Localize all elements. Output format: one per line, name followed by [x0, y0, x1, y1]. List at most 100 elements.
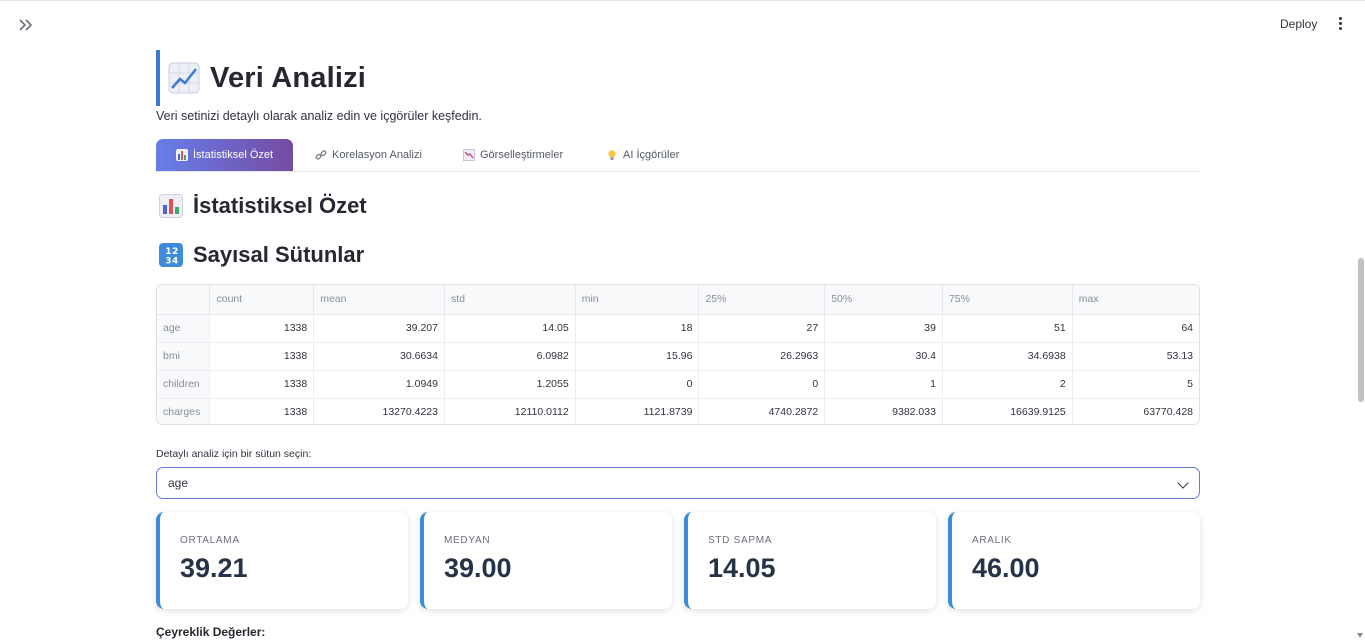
page-header: Veri Analizi: [156, 50, 366, 106]
light-bulb-icon: [606, 149, 618, 161]
table-cell: 30.4: [824, 342, 943, 371]
tab-visualizations[interactable]: Görselleştirmeler: [463, 139, 563, 171]
column-header[interactable]: max: [1072, 285, 1199, 315]
table-cell: 15.96: [575, 342, 700, 371]
tab-label: AI İçgörüler: [623, 149, 680, 161]
tab-ai-insights[interactable]: AI İçgörüler: [606, 139, 679, 171]
table-cell: 9382.033: [824, 398, 943, 424]
column-header[interactable]: 50%: [824, 285, 943, 315]
column-header[interactable]: std: [444, 285, 576, 315]
vertical-dots-icon[interactable]: [1332, 17, 1348, 35]
section-title: Sayısal Sütunlar: [193, 242, 365, 267]
table-cell: 18: [575, 314, 700, 343]
tab-correlation-analysis[interactable]: Korelasyon Analizi: [315, 139, 422, 171]
table-cell: 1338: [209, 342, 315, 371]
scrollbar-thumb[interactable]: [1358, 258, 1364, 402]
tab-label: İstatistiksel Özet: [193, 149, 274, 161]
table-cell: 27: [698, 314, 826, 343]
quartile-heading: Çeyreklik Değerler:: [156, 625, 266, 639]
row-header: age: [157, 314, 211, 343]
metric-value: 14.05: [708, 553, 776, 583]
column-select-value: age: [168, 476, 189, 490]
svg-text:3: 3: [165, 257, 171, 267]
metric-value: 39.00: [444, 553, 512, 583]
tab-statistical-summary[interactable]: İstatistiksel Özet: [156, 139, 294, 171]
svg-text:1: 1: [165, 247, 171, 257]
page-subtitle: Veri setinizi detaylı olarak analiz edin…: [156, 109, 482, 123]
metric-label: MEDYAN: [444, 535, 491, 546]
table-cell: 1338: [209, 314, 315, 343]
table-cell: 1.2055: [444, 370, 576, 399]
metric-label: ORTALAMA: [180, 535, 240, 546]
metric-cards: ORTALAMA 39.21 MEDYAN 39.00 STD SAPMA 14…: [156, 512, 1200, 609]
scrollbar[interactable]: [1357, 0, 1365, 642]
table-cell: 34.6938: [942, 342, 1073, 371]
column-header[interactable]: 25%: [698, 285, 826, 315]
stats-table[interactable]: count mean std min 25% 50% 75% max age 1…: [156, 284, 1200, 425]
column-header[interactable]: 75%: [942, 285, 1073, 315]
row-header: charges: [157, 398, 211, 424]
table-cell: 0: [575, 370, 700, 399]
table-cell: 14.05: [444, 314, 576, 343]
app-header: Deploy: [0, 0, 1365, 48]
chart-decreasing-icon: [463, 149, 475, 161]
input-numbers-icon: 1234: [159, 243, 183, 267]
table-header-row: count mean std min 25% 50% 75% max: [157, 285, 1199, 315]
row-header: children: [157, 370, 211, 399]
table-cell: 12110.0112: [444, 398, 576, 424]
table-cell: 5: [1072, 370, 1199, 399]
tab-label: Görselleştirmeler: [480, 149, 564, 161]
column-header: [157, 285, 211, 315]
table-row: charges 1338 13270.4223 12110.0112 1121.…: [157, 398, 1199, 424]
table-cell: 1.0949: [313, 370, 445, 399]
table-cell: 0: [698, 370, 826, 399]
table-row: children 1338 1.0949 1.2055 0 0 1 2 5: [157, 370, 1199, 399]
table-cell: 1121.8739: [575, 398, 700, 424]
chevron-down-icon: [1177, 477, 1189, 489]
tab-bar: İstatistiksel Özet Korelasyon Analizi Gö…: [156, 139, 1200, 172]
metric-card-mean: ORTALAMA 39.21: [156, 512, 408, 609]
tab-label: Korelasyon Analizi: [332, 149, 422, 161]
table-cell: 1: [824, 370, 943, 399]
metric-card-std: STD SAPMA 14.05: [684, 512, 936, 609]
table-cell: 53.13: [1072, 342, 1199, 371]
chart-increasing-icon: [168, 62, 200, 94]
section-title: İstatistiksel Özet: [193, 193, 367, 218]
metric-label: STD SAPMA: [708, 535, 773, 546]
column-select[interactable]: age: [156, 467, 1200, 499]
double-chevron-right-icon[interactable]: [16, 15, 36, 35]
deploy-button[interactable]: Deploy: [1280, 17, 1317, 31]
table-cell: 1338: [209, 370, 315, 399]
table-cell: 13270.4223: [313, 398, 445, 424]
table-cell: 1338: [209, 398, 315, 424]
table-cell: 16639.9125: [942, 398, 1073, 424]
scroll-down-arrow-icon[interactable]: [1357, 633, 1363, 638]
column-select-label: Detaylı analiz için bir sütun seçin:: [156, 448, 312, 460]
metric-card-range: ARALIK 46.00: [948, 512, 1200, 609]
bar-chart-icon: [176, 149, 188, 161]
table-cell: 63770.428: [1143, 406, 1193, 419]
link-icon: [315, 149, 327, 161]
table-cell: 39: [824, 314, 943, 343]
column-header[interactable]: min: [575, 285, 700, 315]
table-cell: 39.207: [313, 314, 445, 343]
table-row: age 1338 39.207 14.05 18 27 39 51 64: [157, 314, 1199, 343]
column-header[interactable]: mean: [313, 285, 445, 315]
section-numeric-columns: 1234 Sayısal Sütunlar: [159, 242, 364, 268]
table-cell: 64: [1072, 314, 1199, 343]
table-row: bmi 1338 30.6634 6.0982 15.96 26.2963 30…: [157, 342, 1199, 371]
bar-chart-icon: [159, 194, 183, 218]
table-cell: 26.2963: [698, 342, 826, 371]
table-cell: 4740.2872: [698, 398, 826, 424]
metric-card-median: MEDYAN 39.00: [420, 512, 672, 609]
section-statistical-summary: İstatistiksel Özet: [159, 193, 367, 219]
page-title: Veri Analizi: [210, 61, 367, 94]
table-cell: 6.0982: [444, 342, 576, 371]
svg-text:4: 4: [172, 257, 178, 267]
table-cell: 2: [942, 370, 1073, 399]
metric-value: 39.21: [180, 553, 248, 583]
column-header[interactable]: count: [209, 285, 315, 315]
table-cell: 51: [942, 314, 1073, 343]
metric-value: 46.00: [972, 553, 1040, 583]
table-cell: 30.6634: [313, 342, 445, 371]
